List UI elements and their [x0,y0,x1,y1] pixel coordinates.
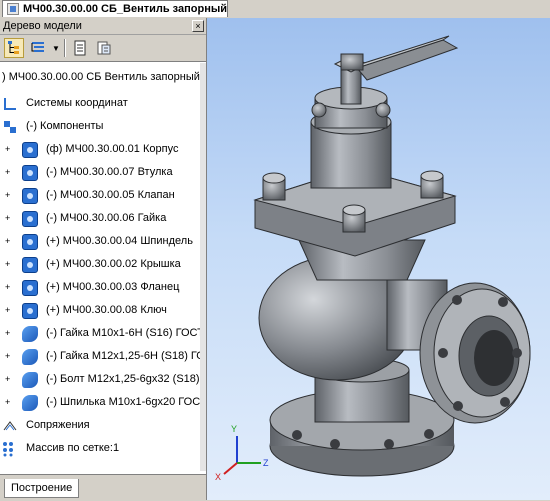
tree-node-label: (-) МЧ00.30.00.07 Втулка [46,166,173,178]
tree-node-label: (+) МЧ00.30.00.08 Ключ [46,304,167,316]
tree-node[interactable]: + (+) МЧ00.30.00.02 Крышка [0,254,200,276]
model-tree-panel: Дерево модели × ▼) МЧ00.30.00.00 СБ Вен… [0,18,207,501]
tree-node-label: (-) МЧ00.30.00.05 Клапан [46,189,175,201]
tree-node[interactable]: + (-) Гайка М12х1,25-6Н (S18) ГО( [0,346,200,368]
tree-node[interactable]: + (-) МЧ00.30.00.07 Втулка [0,162,200,184]
tree-build-order-button[interactable] [4,38,24,58]
toolbar-separator [64,39,66,57]
components-icon [2,119,18,135]
tree-node-label: Системы координат [26,97,128,109]
tree-node-label: Массив по сетке:1 [26,442,120,454]
tree-root-assembly[interactable]: ) МЧ00.30.00.00 СБ Вентиль запорный (Те [2,71,200,83]
model-tree: ) МЧ00.30.00.00 СБ Вентиль запорный (Те … [0,63,200,471]
tree-node-label: (-) Гайка М12х1,25-6Н (S18) ГО( [46,350,200,362]
expand-toggle[interactable]: + [5,214,12,223]
expand-toggle[interactable]: + [5,168,12,177]
document-tab-strip: МЧ00.30.00.00 СБ_Вентиль запорный [0,0,550,19]
tree-node[interactable]: + (-) МЧ00.30.00.05 Клапан [0,185,200,207]
tree-node[interactable]: + (ф) МЧ00.30.00.01 Корпус [0,139,200,161]
close-icon[interactable]: × [192,20,204,32]
tree-node[interactable]: + (+) МЧ00.30.00.03 Фланец [0,277,200,299]
standard-part-icon [22,395,38,411]
tree-scrollbar[interactable] [200,63,206,471]
axis-label-x: X [215,472,221,482]
tree-node-label: (-) Гайка М10х1-6Н (S16) ГОСТ 5 [46,327,200,339]
tree-node[interactable]: + (-) Болт М12х1,25-6gх32 (S18) Г [0,369,200,391]
part-icon [22,211,38,227]
expand-toggle[interactable]: + [5,145,12,154]
tree-node[interactable]: Массив по сетке:1 [0,438,200,460]
tree-node-label: (-) Компоненты [26,120,104,132]
tree-node[interactable]: (-) Компоненты [0,116,200,138]
rebuild-button[interactable] [94,38,114,58]
expand-toggle[interactable]: + [5,306,12,315]
tree-build-order-icon [8,41,19,54]
chevron-down-icon[interactable]: ▼ [52,44,60,53]
part-icon [22,165,38,181]
standard-part-icon [22,372,38,388]
axis-label-y: Z [263,458,269,468]
tab-construction[interactable]: Построение [4,479,80,498]
tree-node[interactable]: + (-) МЧ00.30.00.06 Гайка [0,208,200,230]
panel-title: Дерево модели [3,20,82,32]
part-icon [22,303,38,319]
standard-part-icon [22,349,38,365]
mates-icon [2,418,18,434]
document-tab-title: МЧ00.30.00.00 СБ_Вентиль запорный [23,3,227,15]
part-icon [22,280,38,296]
part-icon [22,234,38,250]
tree-node[interactable]: + (+) МЧ00.30.00.04 Шпиндель [0,231,200,253]
expand-toggle[interactable]: + [5,398,12,407]
valve-3d-model: Y Z X [215,35,531,482]
expand-toggle[interactable]: + [5,375,12,384]
panel-header: Дерево модели × [0,18,206,35]
tree-node-label: Сопряжения [26,419,90,431]
expand-toggle[interactable]: + [5,191,12,200]
panel-bottom-tabs: Построение [0,474,206,501]
coordinate-systems-icon [2,96,18,112]
tree-node-label: (ф) МЧ00.30.00.01 Корпус [46,143,179,155]
tree-structure-icon [31,42,44,52]
standard-part-icon [22,326,38,342]
part-icon [22,188,38,204]
tree-node-label: (+) МЧ00.30.00.03 Фланец [46,281,180,293]
grid-array-icon [2,441,18,457]
properties-icon [74,40,86,56]
tree-node-label: (-) МЧ00.30.00.06 Гайка [46,212,167,224]
tree-node[interactable]: + (-) Шпилька М10х1-6gх20 ГОСТ [0,392,200,414]
tree-toolbar: ▼ [0,35,206,62]
tree-node[interactable]: + (+) МЧ00.30.00.08 Ключ [0,300,200,322]
tree-node[interactable]: Системы координат [0,93,200,115]
tree-node-label: (-) Болт М12х1,25-6gх32 (S18) Г [46,373,200,385]
tree-structure-button[interactable] [28,38,48,58]
part-icon [22,142,38,158]
properties-button[interactable] [70,38,90,58]
tree-node-label: (+) МЧ00.30.00.02 Крышка [46,258,181,270]
expand-toggle[interactable]: + [5,352,12,361]
expand-toggle[interactable]: + [5,260,12,269]
document-tab[interactable]: МЧ00.30.00.00 СБ_Вентиль запорный [2,0,228,17]
tree-node-label: (+) МЧ00.30.00.04 Шпиндель [46,235,193,247]
tree-node[interactable]: Сопряжения [0,415,200,437]
rebuild-icon [97,41,111,55]
expand-toggle[interactable]: + [5,283,12,292]
expand-toggle[interactable]: + [5,329,12,338]
assembly-document-icon [7,3,19,15]
tree-node[interactable]: + (-) Гайка М10х1-6Н (S16) ГОСТ 5 [0,323,200,345]
axis-label-z: Y [231,424,237,434]
coordinate-axes: Y Z X [215,424,269,482]
expand-toggle[interactable]: + [5,237,12,246]
part-icon [22,257,38,273]
tree-node-label: (-) Шпилька М10х1-6gх20 ГОСТ [46,396,200,408]
model-viewport[interactable]: Y Z X [207,18,550,500]
